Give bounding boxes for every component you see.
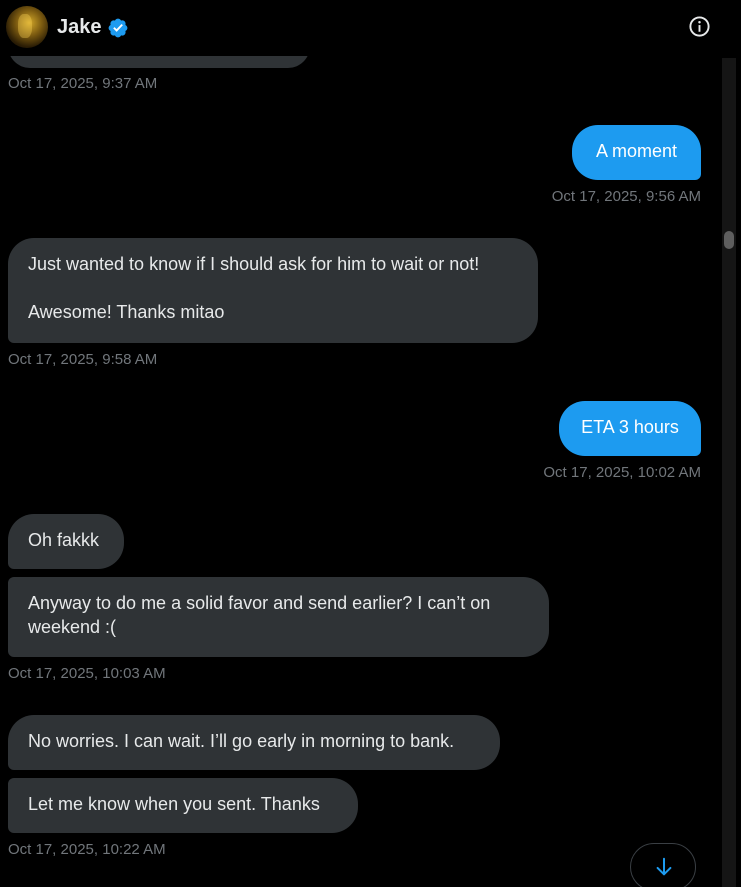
message-bubble-received[interactable]: Let me know when you sent. Thanks xyxy=(8,778,358,833)
conversation-header: Jake xyxy=(0,0,741,56)
message-bubble-sent[interactable]: A moment xyxy=(572,125,701,180)
message-timestamp: Oct 17, 2025, 9:56 AM xyxy=(551,188,701,205)
message-bubble-received[interactable]: No worries. I can wait. I’ll go early in… xyxy=(8,715,500,770)
scroll-to-bottom-button[interactable] xyxy=(630,843,696,887)
message-timestamp: Oct 17, 2025, 9:37 AM xyxy=(8,75,158,92)
info-icon[interactable] xyxy=(688,15,711,38)
message-timestamp: Oct 17, 2025, 10:02 AM xyxy=(543,464,701,481)
contact-name[interactable]: Jake xyxy=(57,15,102,39)
scrollbar-track[interactable] xyxy=(722,58,736,887)
avatar[interactable] xyxy=(6,6,48,48)
message-bubble-received[interactable]: Just wanted to know if I should ask for … xyxy=(8,238,538,343)
message-timestamp: Oct 17, 2025, 9:58 AM xyxy=(8,351,158,368)
message-timestamp: Oct 17, 2025, 10:22 AM xyxy=(8,841,166,858)
message-bubble-sent[interactable]: ETA 3 hours xyxy=(559,401,701,456)
message-bubble-received[interactable]: Anyway to do me a solid favor and send e… xyxy=(8,577,549,657)
scrollbar-thumb[interactable] xyxy=(724,231,734,249)
message-bubble-received[interactable]: Oh fakkk xyxy=(8,514,124,569)
arrow-down-icon xyxy=(656,857,672,876)
message-timestamp: Oct 17, 2025, 10:03 AM xyxy=(8,665,166,682)
verified-badge-icon xyxy=(108,18,128,38)
dm-conversation: Jake Oct 17, 2025, 9:37 AM A moment Oct … xyxy=(0,0,741,887)
